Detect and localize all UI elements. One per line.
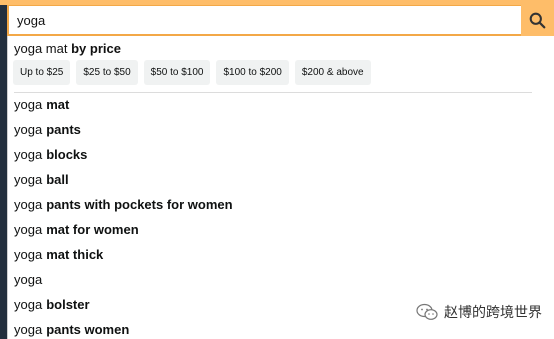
suggestion-completion: ball — [46, 172, 69, 187]
suggestion-prefix: yoga — [14, 222, 43, 237]
suggestion-completion: pants with pockets for women — [46, 197, 233, 212]
price-chip-100-to-200[interactable]: $100 to $200 — [216, 60, 289, 85]
suggestion-prefix: yoga — [14, 197, 43, 212]
search-input[interactable] — [9, 6, 554, 34]
suggestion-prefix: yoga — [14, 272, 43, 287]
price-chip-200-and-above[interactable]: $200 & above — [294, 60, 371, 85]
suggestion-item[interactable]: yoga ball — [8, 167, 554, 192]
watermark: 赵博的跨境世界 — [416, 302, 542, 322]
suggestion-prefix: yoga — [14, 97, 43, 112]
suggestion-prefix: yoga — [14, 147, 43, 162]
suggestion-item[interactable]: yoga pants — [8, 117, 554, 142]
suggestion-item[interactable]: yoga — [8, 267, 554, 292]
price-chips: Up to $25 $25 to $50 $50 to $100 $100 to… — [13, 60, 371, 85]
watermark-text: 赵博的跨境世界 — [444, 305, 542, 321]
background-page — [0, 0, 7, 339]
price-chip-up-to-25[interactable]: Up to $25 — [13, 60, 71, 85]
suggestion-item[interactable]: yoga blocks — [8, 142, 554, 167]
search-bar — [7, 5, 554, 36]
suggestion-item[interactable]: yoga mat for women — [8, 217, 554, 242]
suggestion-completion: mat — [46, 97, 70, 112]
suggestion-completion: blocks — [46, 147, 88, 162]
autocomplete-dropdown: yoga mat by price Up to $25 $25 to $50 $… — [7, 36, 554, 339]
suggestion-item[interactable]: yoga mat thick — [8, 242, 554, 267]
search-screen: yoga mat by price Up to $25 $25 to $50 $… — [0, 0, 554, 339]
suggestion-prefix: yoga — [14, 297, 43, 312]
price-section-title: yoga mat by price — [14, 41, 121, 56]
suggestion-prefix: yoga — [14, 322, 43, 337]
search-icon — [529, 12, 546, 29]
search-button[interactable] — [521, 5, 554, 36]
suggestion-completion: mat for women — [46, 222, 139, 237]
suggestion-completion: pants women — [46, 322, 130, 337]
suggestion-item[interactable]: yoga mat — [8, 92, 554, 117]
suggestion-completion: bolster — [46, 297, 90, 312]
suggestion-completion: mat thick — [46, 247, 104, 262]
wechat-icon — [416, 303, 438, 320]
suggestion-prefix: yoga — [14, 172, 43, 187]
suggestion-completion: pants — [46, 122, 81, 137]
price-section-bold: by price — [71, 41, 121, 56]
price-chip-50-to-100[interactable]: $50 to $100 — [143, 60, 211, 85]
suggestion-item[interactable]: yoga pants with pockets for women — [8, 192, 554, 217]
suggestion-prefix: yoga — [14, 247, 43, 262]
suggestion-prefix: yoga — [14, 122, 43, 137]
price-chip-25-to-50[interactable]: $25 to $50 — [76, 60, 138, 85]
price-section-prefix: yoga mat — [14, 41, 68, 56]
